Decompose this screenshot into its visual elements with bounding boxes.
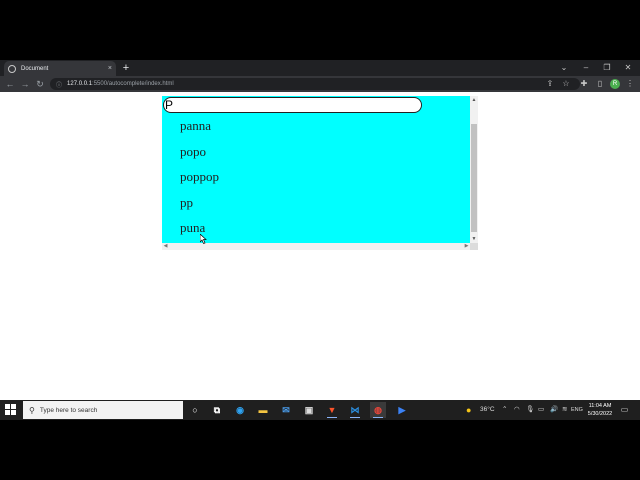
mouse-cursor-icon [200, 234, 207, 244]
edge-icon[interactable]: ◉ [232, 402, 248, 418]
autocomplete-container: panna popo poppop pp puna [162, 96, 470, 243]
url-host: 127.0.0.1 [67, 81, 93, 87]
back-button[interactable]: ← [4, 78, 16, 90]
tab-search-icon[interactable]: ⌄ [554, 61, 574, 75]
profile-avatar[interactable]: R [610, 79, 620, 89]
browser-toolbar: ← → ↻ ⓘ 127.0.0.1 :5500/autocomplete/ind… [0, 76, 640, 92]
weather-icon[interactable]: ● [466, 404, 471, 416]
chrome-icon[interactable]: ◍ [370, 402, 386, 418]
taskbar-clock[interactable]: 11:04 AM 5/30/2022 [584, 402, 616, 418]
scroll-up-icon[interactable]: ▲ [470, 96, 478, 104]
volume-icon[interactable]: 🔊 [550, 404, 558, 416]
store-icon[interactable]: ▣ [301, 402, 317, 418]
scrollbar-corner [470, 243, 478, 250]
suggestion-item[interactable]: popo [180, 144, 219, 170]
file-explorer-icon[interactable]: ▬ [255, 402, 271, 418]
suggestion-item[interactable]: panna [180, 118, 219, 144]
scrollbar-thumb[interactable] [471, 124, 477, 232]
tab-title: Document [21, 65, 49, 72]
language-indicator[interactable]: ENG [571, 404, 583, 416]
network-icon[interactable]: ◠ [514, 404, 520, 416]
suggestion-item[interactable]: pp [180, 195, 219, 221]
restore-button[interactable]: ❐ [597, 61, 617, 75]
scroll-down-icon[interactable]: ▼ [470, 235, 478, 243]
new-tab-button[interactable]: + [120, 62, 132, 74]
search-input[interactable] [163, 97, 422, 113]
wifi-icon[interactable]: ≋ [562, 404, 567, 416]
close-window-button[interactable]: ✕ [618, 61, 638, 75]
side-panel-icon[interactable]: ▯ [594, 78, 606, 90]
info-icon[interactable]: ⓘ [56, 80, 62, 89]
page-content: panna popo poppop pp puna ▲ ▼ ◀ ▶ [0, 92, 640, 400]
taskbar-search-box[interactable]: ⚲ Type here to search [23, 401, 183, 419]
battery-icon[interactable]: ▭ [538, 404, 544, 416]
cortana-icon[interactable]: ○ [187, 402, 203, 418]
browser-tab-strip: Document × + ⌄ – ❐ ✕ [0, 60, 640, 76]
share-icon[interactable]: ⇪ [544, 78, 556, 90]
menu-kebab-icon[interactable]: ⋮ [624, 78, 636, 90]
tab-close-icon[interactable]: × [108, 65, 112, 72]
task-view-icon[interactable]: ⧉ [209, 402, 225, 418]
brave-icon[interactable]: ▼ [324, 402, 340, 418]
tray-chevron-icon[interactable]: ⌃ [502, 404, 507, 416]
reload-button[interactable]: ↻ [34, 78, 46, 90]
suggestion-item[interactable]: poppop [180, 169, 219, 195]
zoom-icon[interactable]: ▶ [394, 402, 410, 418]
address-bar[interactable]: ⓘ 127.0.0.1 :5500/autocomplete/index.htm… [50, 78, 580, 90]
taskbar-search-placeholder: Type here to search [39, 406, 98, 414]
weather-temperature[interactable]: 36°C [480, 404, 495, 416]
scroll-left-icon[interactable]: ◀ [162, 243, 169, 250]
mail-icon[interactable]: ✉ [278, 402, 294, 418]
browser-tab[interactable]: Document × [4, 61, 116, 76]
bookmark-star-icon[interactable]: ☆ [560, 78, 572, 90]
url-path: :5500/autocomplete/index.html [92, 81, 174, 87]
autocomplete-widget: panna popo poppop pp puna ▲ ▼ ◀ ▶ [162, 96, 478, 250]
vertical-scrollbar[interactable]: ▲ ▼ [470, 96, 478, 243]
search-icon: ⚲ [29, 405, 35, 415]
clock-date: 5/30/2022 [587, 411, 613, 417]
windows-taskbar: ⚲ Type here to search ○ ⧉ ◉ ▬ ✉ ▣ ▼ ⋈ ◍ … [0, 400, 640, 420]
notification-icon[interactable]: ▭ [619, 404, 630, 415]
minimize-button[interactable]: – [576, 61, 596, 75]
suggestion-list: panna popo poppop pp puna [180, 118, 219, 246]
microphone-icon[interactable]: 🎙 [526, 404, 534, 416]
scroll-right-icon[interactable]: ▶ [463, 243, 470, 250]
horizontal-scrollbar[interactable]: ◀ ▶ [162, 243, 470, 250]
clock-time: 11:04 AM [588, 403, 612, 409]
windows-start-icon[interactable] [5, 404, 16, 415]
screen: Document × + ⌄ – ❐ ✕ ← → ↻ ⓘ 127.0.0.1 :… [0, 60, 640, 420]
extensions-icon[interactable]: ✚ [578, 78, 590, 90]
globe-icon [8, 64, 16, 73]
forward-button[interactable]: → [19, 78, 31, 90]
vscode-icon[interactable]: ⋈ [347, 402, 363, 418]
